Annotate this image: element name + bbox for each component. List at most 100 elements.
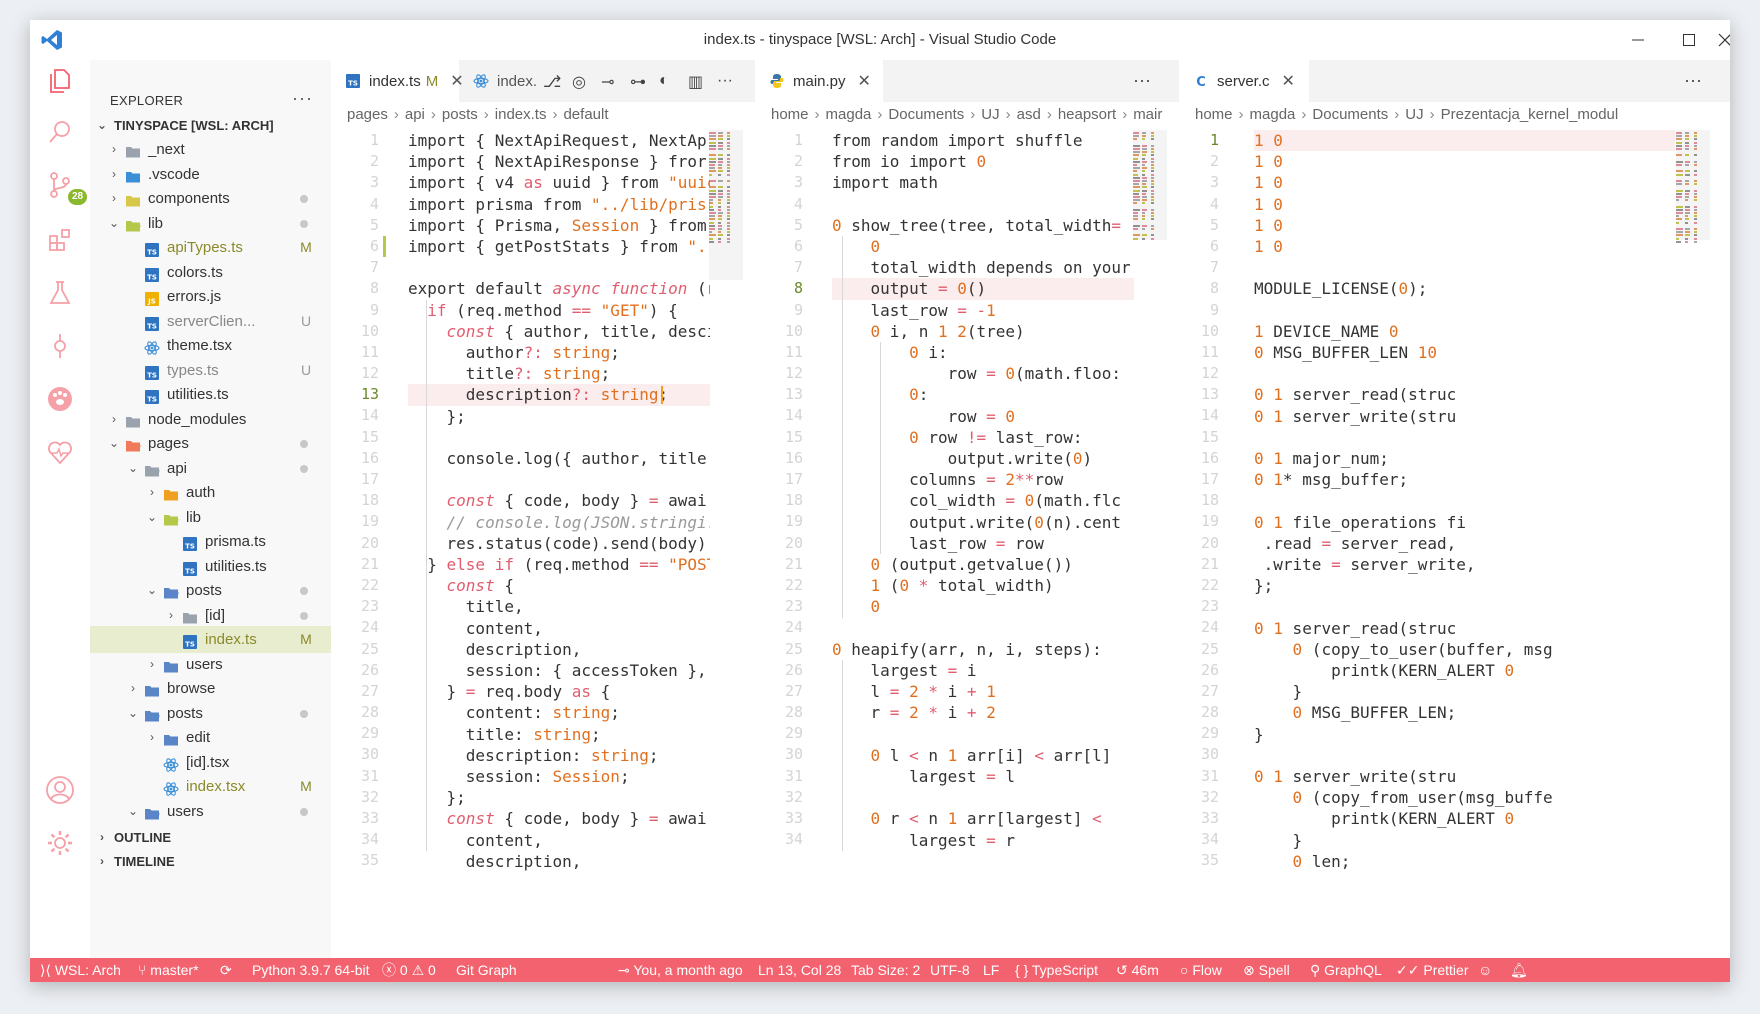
spell-indicator[interactable]: ⊗ Spell	[1243, 958, 1290, 982]
close-window-button[interactable]	[1718, 26, 1730, 54]
python-interpreter[interactable]: Python 3.9.7 64-bit	[252, 958, 370, 982]
breadcrumb-item[interactable]: api	[405, 106, 425, 123]
code-editor[interactable]: 1 0 1 0 1 0 1 0 1 0 1 0 MODULE_LIC…	[1254, 130, 1675, 872]
minimap[interactable]	[1133, 130, 1167, 851]
folder-item[interactable]: › .vscode	[90, 161, 331, 188]
compare-icon[interactable]: ⎇	[543, 72, 561, 92]
timeline-section[interactable]: › TIMELINE	[90, 848, 331, 875]
breadcrumb-item[interactable]: magda	[826, 106, 872, 123]
split-editor-icon[interactable]: ▥	[688, 72, 703, 92]
accounts-button[interactable]	[40, 770, 80, 810]
graphql-indicator[interactable]: ⚲ GraphQL	[1310, 958, 1382, 982]
paw-button[interactable]	[40, 378, 80, 418]
explorer-more-button[interactable]: ···	[292, 88, 313, 109]
next-change-icon[interactable]: ⊶	[630, 72, 646, 92]
folder-item[interactable]: › node_modules	[90, 406, 331, 433]
flow-indicator[interactable]: ○ Flow	[1180, 958, 1222, 982]
breadcrumb-item[interactable]: magda	[1250, 106, 1296, 123]
minimap[interactable]	[1676, 130, 1710, 872]
breadcrumb-item[interactable]: Documents	[888, 106, 964, 123]
breadcrumb-item[interactable]: home	[771, 106, 809, 123]
editor-tab[interactable]: TS index.ts M ✕	[331, 60, 459, 102]
line-ending[interactable]: LF	[983, 958, 999, 982]
git-timeline-icon[interactable]: ◎	[572, 72, 586, 92]
editor-tab[interactable]: index.	[459, 60, 549, 102]
folder-item[interactable]: › browse	[90, 675, 331, 702]
problems-indicator[interactable]: ⓧ 0 ⚠ 0	[382, 958, 436, 982]
breadcrumb-item[interactable]: asd	[1017, 106, 1041, 123]
editor-tab[interactable]: Cserver.c ✕	[1179, 60, 1309, 102]
time-tracker[interactable]: ↺ 46m	[1116, 958, 1159, 982]
notifications-button[interactable]: 🔔︎	[1510, 958, 1528, 982]
minimap-slider[interactable]	[1676, 130, 1710, 240]
file-item[interactable]: JS errors.js	[90, 283, 331, 310]
sync-button[interactable]: ⟳	[220, 958, 232, 982]
file-item[interactable]: TS apiTypes.ts M	[90, 234, 331, 261]
breadcrumb-item[interactable]: heapsort	[1058, 106, 1116, 123]
search-button[interactable]	[40, 112, 80, 152]
workspace-root[interactable]: ⌄ TINYSPACE [WSL: ARCH]	[90, 112, 331, 139]
folder-item[interactable]: ⌄ api	[90, 455, 331, 482]
folder-item[interactable]: ⌄ posts	[90, 700, 331, 727]
breadcrumb-item[interactable]: UJ	[1405, 106, 1423, 123]
feedback-button[interactable]: ☺	[1478, 958, 1492, 982]
file-item[interactable]: TS colors.ts	[90, 259, 331, 286]
file-item[interactable]: [id].tsx	[90, 749, 331, 776]
minimap-slider[interactable]	[709, 130, 743, 280]
file-item[interactable]: TS utilities.ts	[90, 381, 331, 408]
editor-tab[interactable]: main.py ✕	[755, 60, 883, 102]
folder-item[interactable]: › _next	[90, 136, 331, 163]
more-actions-icon[interactable]: ···	[1684, 70, 1702, 91]
file-item[interactable]: index.tsx M	[90, 773, 331, 800]
tab-close-button[interactable]: ✕	[858, 71, 871, 91]
gitlens-button[interactable]	[40, 432, 80, 472]
testing-button[interactable]	[40, 273, 80, 313]
file-item[interactable]: TS types.ts U	[90, 357, 331, 384]
settings-button[interactable]	[40, 823, 80, 863]
code-editor[interactable]: from random import shuffle from io import…	[832, 130, 1134, 851]
prettier-indicator[interactable]: ✓✓ Prettier	[1396, 958, 1468, 982]
source-control-button[interactable]: 28	[40, 165, 80, 205]
language-mode[interactable]: { } TypeScript	[1015, 958, 1098, 982]
cursor-position[interactable]: Ln 13, Col 28	[758, 958, 841, 982]
minimap[interactable]	[709, 130, 743, 872]
breadcrumb-item[interactable]: UJ	[981, 106, 999, 123]
branch-indicator[interactable]: ⑂ master*	[138, 958, 199, 982]
remote-indicator[interactable]: ⟩⟨ WSL: Arch	[40, 958, 121, 982]
file-item[interactable]: TS prisma.ts	[90, 528, 331, 555]
file-item[interactable]: TS serverClien... U	[90, 308, 331, 335]
folder-item[interactable]: › auth	[90, 479, 331, 506]
encoding[interactable]: UTF-8	[930, 958, 970, 982]
breadcrumb-item[interactable]: default	[563, 106, 608, 123]
folder-item[interactable]: ⌄ posts	[90, 577, 331, 604]
tab-size[interactable]: Tab Size: 2	[851, 958, 920, 982]
breadcrumb-item[interactable]: Prezentacja_kernel_modul	[1441, 106, 1619, 123]
folder-item[interactable]: › components	[90, 185, 331, 212]
git-commit-button[interactable]	[40, 326, 80, 366]
open-changes-icon[interactable]: ◐	[659, 72, 669, 90]
git-graph-button[interactable]: Git Graph	[456, 958, 517, 982]
file-item[interactable]: theme.tsx	[90, 332, 331, 359]
breadcrumb-item[interactable]: mair	[1133, 106, 1162, 123]
tab-close-button[interactable]: ✕	[1282, 71, 1295, 91]
previous-change-icon[interactable]: ⊸	[601, 72, 614, 92]
more-actions-icon[interactable]: ···	[1133, 70, 1151, 91]
breadcrumb-item[interactable]: pages	[347, 106, 388, 123]
outline-section[interactable]: › OUTLINE	[90, 824, 331, 851]
breadcrumb-item[interactable]: home	[1195, 106, 1233, 123]
file-item[interactable]: TS utilities.ts	[90, 553, 331, 580]
minimize-button[interactable]	[1615, 26, 1661, 54]
folder-item[interactable]: ⌄ users	[90, 798, 331, 825]
breadcrumb-item[interactable]: index.ts	[495, 106, 547, 123]
breadcrumb-item[interactable]: Documents	[1312, 106, 1388, 123]
folder-item[interactable]: ⌄ lib	[90, 504, 331, 531]
minimap-slider[interactable]	[1133, 130, 1167, 240]
folder-item[interactable]: › [id]	[90, 602, 331, 629]
more-actions-icon[interactable]: ···	[717, 72, 733, 90]
explorer-button[interactable]	[40, 60, 80, 100]
folder-item[interactable]: ⌄ lib	[90, 210, 331, 237]
maximize-button[interactable]	[1666, 26, 1712, 54]
folder-item[interactable]: › edit	[90, 724, 331, 751]
extensions-button[interactable]	[40, 220, 80, 260]
folder-item[interactable]: ⌄ pages	[90, 430, 331, 457]
